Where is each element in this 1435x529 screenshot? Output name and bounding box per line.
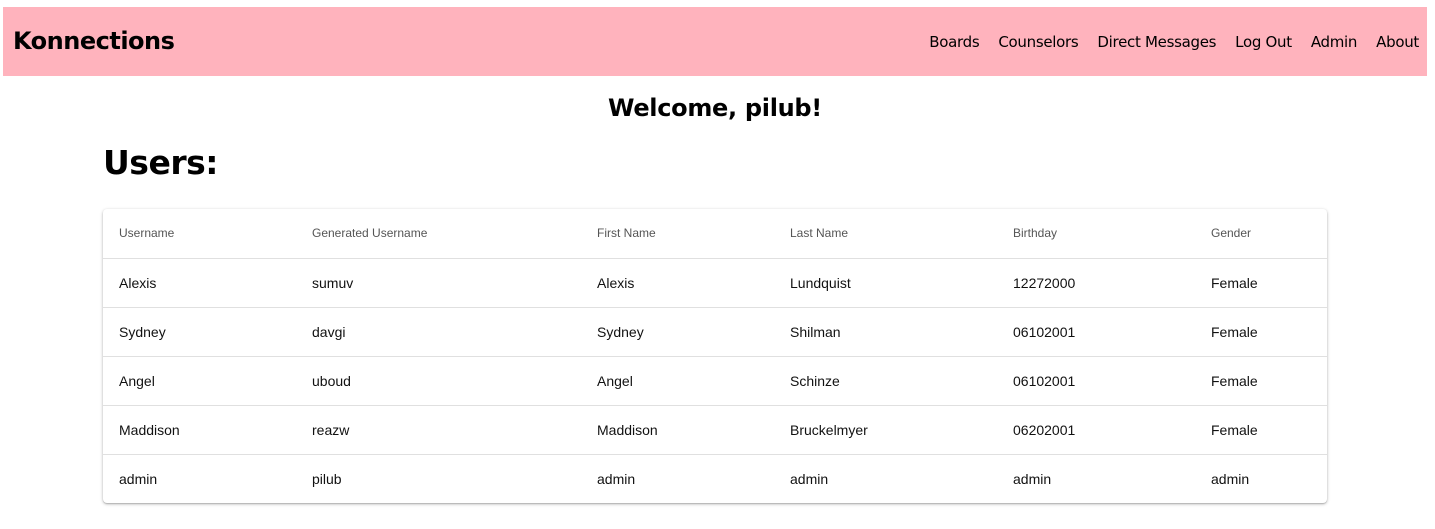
top-navbar: Konnections Boards Counselors Direct Mes… (3, 7, 1427, 76)
nav-link-direct-messages[interactable]: Direct Messages (1097, 33, 1216, 51)
cell-gender: Female (1195, 258, 1327, 308)
welcome-message: Welcome, pilub! (608, 94, 822, 122)
cell-birthday: 06102001 (997, 356, 1195, 406)
cell-username: admin (119, 470, 158, 487)
cell-last-name: Shilman (774, 307, 997, 357)
cell-username: Angel (103, 356, 296, 406)
cell-last-name: Bruckelmyer (774, 405, 997, 455)
cell-first-name: Maddison (581, 405, 774, 455)
table-header-row: Username Generated Username First Name L… (103, 209, 1327, 259)
page-title: Users: (103, 143, 218, 182)
column-header-gender: Gender (1195, 209, 1327, 259)
table-row: Angel uboud Angel Schinze 06102001 Femal… (103, 356, 1327, 406)
column-header-birthday: Birthday (997, 209, 1195, 259)
cell-generated-username: sumuv (296, 258, 581, 308)
table-row: Maddison reazw Maddison Bruckelmyer 0620… (103, 405, 1327, 455)
table-row: Alexis sumuv Alexis Lundquist 12272000 F… (103, 258, 1327, 308)
cell-first-name: Angel (581, 356, 774, 406)
column-header-username: Username (103, 209, 296, 259)
cell-last-name: admin (790, 470, 829, 487)
cell-first-name: Alexis (581, 258, 774, 308)
cell-username: Maddison (103, 405, 296, 455)
column-header-last-name: Last Name (774, 209, 997, 259)
cell-gender: admin (1211, 470, 1250, 487)
column-header-generated-username: Generated Username (296, 209, 581, 259)
cell-birthday: 12272000 (997, 258, 1195, 308)
table-row: Sydney davgi Sydney Shilman 06102001 Fem… (103, 307, 1327, 357)
cell-birthday: admin (1013, 470, 1052, 487)
cell-first-name: Sydney (581, 307, 774, 357)
nav-link-admin[interactable]: Admin (1311, 33, 1358, 51)
users-table-container: Username Generated Username First Name L… (103, 209, 1327, 503)
cell-birthday: 06102001 (997, 307, 1195, 357)
brand-logo[interactable]: Konnections (13, 7, 175, 76)
users-table: Username Generated Username First Name L… (103, 209, 1327, 503)
cell-username: Sydney (103, 307, 296, 357)
cell-generated-username: davgi (296, 307, 581, 357)
cell-generated-username: pilub (312, 470, 342, 487)
nav-link-log-out[interactable]: Log Out (1235, 33, 1292, 51)
cell-last-name: Schinze (774, 356, 997, 406)
nav-link-boards[interactable]: Boards (929, 33, 979, 51)
column-header-first-name: First Name (581, 209, 774, 259)
cell-last-name: Lundquist (774, 258, 997, 308)
cell-first-name: admin (597, 470, 636, 487)
cell-gender: Female (1195, 356, 1327, 406)
nav-links: Boards Counselors Direct Messages Log Ou… (929, 7, 1419, 76)
nav-link-counselors[interactable]: Counselors (998, 33, 1078, 51)
cell-gender: Female (1195, 307, 1327, 357)
cell-generated-username: reazw (296, 405, 581, 455)
cell-username: Alexis (103, 258, 296, 308)
cell-birthday: 06202001 (997, 405, 1195, 455)
cell-generated-username: uboud (296, 356, 581, 406)
nav-link-about[interactable]: About (1376, 33, 1419, 51)
cell-gender: Female (1195, 405, 1327, 455)
table-row: admin pilub admin admin admin admin (103, 454, 1327, 503)
